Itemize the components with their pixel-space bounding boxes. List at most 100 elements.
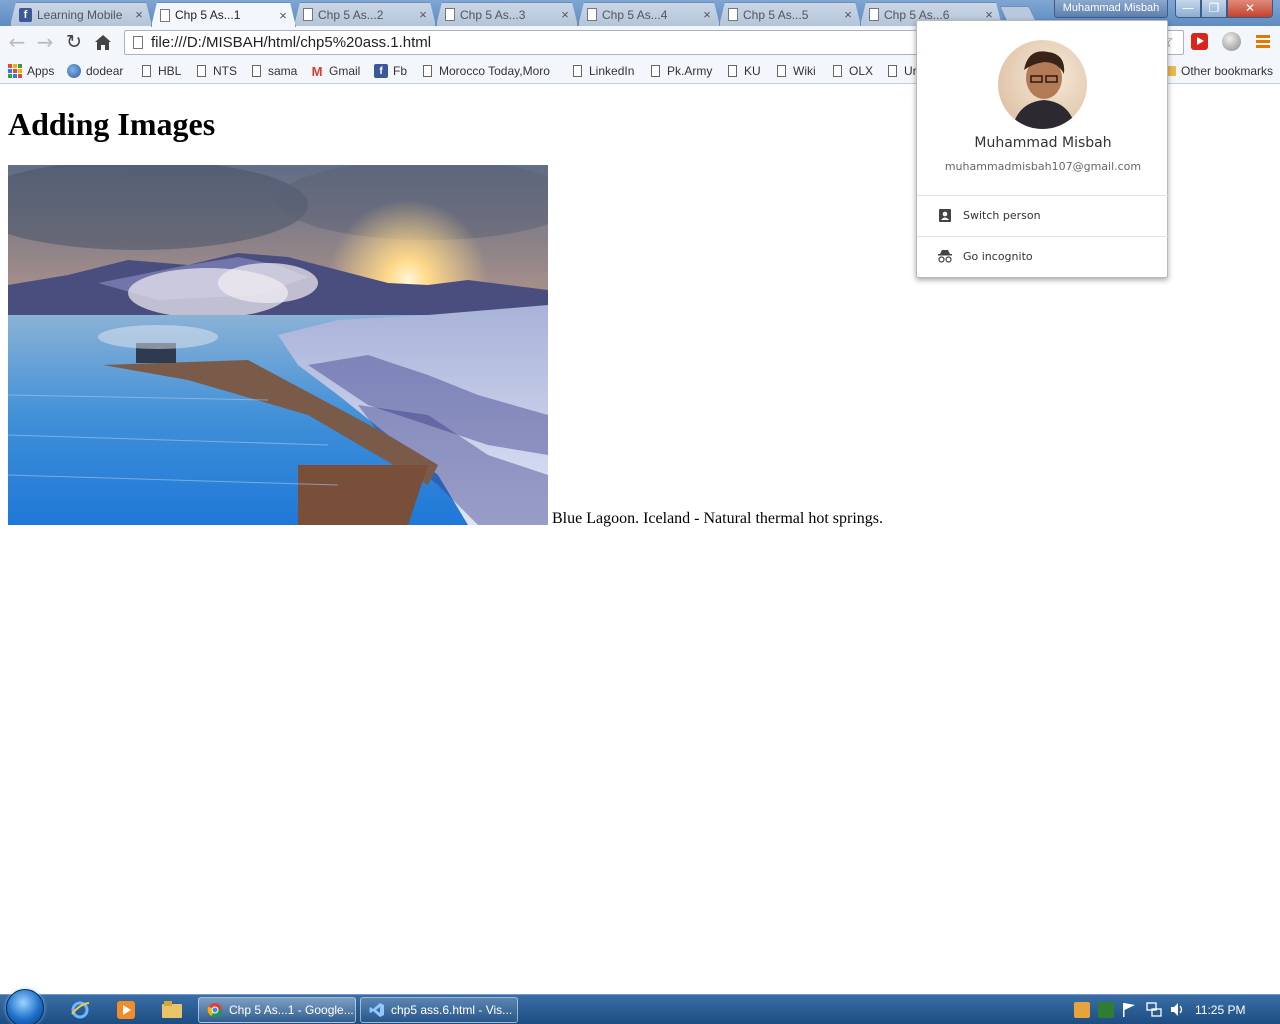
tab-chp5-ass2[interactable]: Chp 5 As...2 × (294, 2, 436, 26)
close-window-button[interactable]: ✕ (1227, 0, 1273, 18)
tab-learning-mobile[interactable]: f Learning Mobile × (10, 2, 152, 26)
profile-badge-button[interactable]: Muhammad Misbah (1054, 0, 1168, 18)
bookmark-label: Morocco Today,Moro (439, 64, 550, 78)
bookmark-label: NTS (213, 64, 237, 78)
other-bookmarks-label: Other bookmarks (1181, 64, 1274, 78)
bookmark-morocco-today[interactable]: Morocco Today,Moro (421, 62, 555, 80)
image-caption: Blue Lagoon. Iceland - Natural thermal h… (552, 510, 884, 527)
bookmark-label: sama (268, 64, 298, 78)
dodear-icon (67, 64, 81, 78)
taskbar-visual-studio-window[interactable]: chp5 ass.6.html - Vis... (360, 997, 518, 1023)
bookmark-label: Gmail (329, 64, 361, 78)
profile-name: Muhammad Misbah (974, 135, 1112, 151)
taskbar-chrome-window[interactable]: Chp 5 As...1 - Google... (198, 997, 356, 1023)
tab-title: Chp 5 As...1 (175, 8, 241, 22)
task-label: chp5 ass.6.html - Vis... (391, 1003, 513, 1017)
blue-lagoon-image (8, 165, 548, 525)
page-icon (423, 65, 432, 77)
bookmark-label: KU (744, 64, 761, 78)
facebook-icon: f (374, 64, 388, 78)
other-bookmarks[interactable]: Other bookmarks (1163, 62, 1273, 80)
bookmark-label: Fb (393, 64, 408, 78)
bookmark-label: Wiki (793, 64, 816, 78)
nvidia-tray-icon[interactable] (1098, 1002, 1114, 1018)
home-icon[interactable] (90, 29, 116, 55)
bookmark-linkedin[interactable]: LinkedIn (571, 62, 634, 80)
bookmark-dodear[interactable]: dodear (67, 62, 123, 80)
url-input[interactable] (151, 34, 851, 51)
page-icon (888, 65, 897, 77)
tab-close-icon[interactable]: × (842, 7, 854, 22)
page-icon (833, 65, 842, 77)
bookmark-label: HBL (158, 64, 182, 78)
tab-chp5-ass4[interactable]: Chp 5 As...4 × (578, 2, 720, 26)
bookmark-pk-army[interactable]: Pk.Army (649, 62, 712, 80)
page-icon (728, 65, 737, 77)
tab-close-icon[interactable]: × (701, 7, 713, 22)
person-icon (937, 207, 953, 223)
globe-extension-icon[interactable] (1222, 32, 1241, 51)
reload-icon[interactable]: ↻ (61, 29, 87, 55)
tab-chp5-ass3[interactable]: Chp 5 As...3 × (436, 2, 578, 26)
page-icon (651, 65, 660, 77)
tab-close-icon[interactable]: × (133, 7, 145, 22)
tab-close-icon[interactable]: × (559, 7, 571, 22)
go-incognito-item[interactable]: Go incognito (917, 236, 1167, 276)
task-label: Chp 5 As...1 - Google... (229, 1003, 354, 1017)
profile-menu-popup: Muhammad Misbah muhammadmisbah107@gmail.… (916, 20, 1169, 278)
bookmark-label: dodear (86, 64, 124, 78)
media-player-icon[interactable] (106, 998, 146, 1022)
bookmark-apps[interactable]: Apps (8, 62, 54, 80)
switch-person-item[interactable]: Switch person (917, 195, 1167, 235)
profile-email: muhammadmisbah107@gmail.com (944, 160, 1142, 173)
page-icon (587, 8, 597, 21)
clock[interactable]: 11:25 PM (1195, 1003, 1245, 1017)
bookmark-wiki[interactable]: Wiki (775, 62, 816, 80)
tab-close-icon[interactable]: × (277, 8, 289, 23)
update-tray-icon[interactable] (1074, 1002, 1090, 1018)
internet-explorer-icon[interactable] (60, 998, 100, 1022)
bookmark-label: OLX (849, 64, 874, 78)
page-icon (445, 8, 455, 21)
page-icon (142, 65, 151, 77)
switch-person-label: Switch person (963, 208, 1041, 222)
network-icon[interactable] (1146, 1002, 1162, 1018)
bookmark-ur[interactable]: Ur (886, 62, 917, 80)
tab-title: Chp 5 As...3 (460, 7, 526, 22)
file-explorer-icon[interactable] (152, 998, 192, 1022)
facebook-icon: f (19, 8, 32, 22)
bookmark-nts[interactable]: NTS (195, 62, 237, 80)
bookmark-hbl[interactable]: HBL (140, 62, 181, 80)
youtube-extension-icon[interactable] (1191, 33, 1208, 50)
bookmark-sama[interactable]: sama (250, 62, 297, 80)
tab-title: Chp 5 As...4 (602, 7, 668, 22)
maximize-button[interactable]: ❐ (1201, 0, 1227, 18)
bookmark-label: LinkedIn (589, 64, 635, 78)
minimize-button[interactable]: — (1175, 0, 1201, 18)
tab-chp5-ass1[interactable]: Chp 5 As...1 × (151, 2, 296, 27)
chrome-icon (207, 1003, 222, 1017)
page-icon (160, 9, 170, 22)
bookmark-fb[interactable]: f Fb (374, 62, 407, 80)
go-incognito-label: Go incognito (963, 249, 1033, 263)
bookmark-label: Ur (904, 64, 917, 78)
page-icon (252, 65, 261, 77)
page-icon (777, 65, 786, 77)
page-icon (573, 65, 582, 77)
start-button[interactable] (6, 989, 44, 1024)
forward-arrow-icon[interactable]: → (32, 29, 58, 55)
bookmark-olx[interactable]: OLX (831, 62, 873, 80)
bookmark-label: Apps (27, 64, 55, 78)
bookmark-label: Pk.Army (667, 64, 713, 78)
action-center-flag-icon[interactable] (1122, 1002, 1138, 1018)
tab-close-icon[interactable]: × (417, 7, 429, 22)
tab-chp5-ass5[interactable]: Chp 5 As...5 × (719, 2, 861, 26)
bookmark-ku[interactable]: KU (726, 62, 761, 80)
chrome-menu-icon[interactable] (1256, 35, 1270, 48)
back-arrow-icon[interactable]: ← (4, 29, 30, 55)
page-icon (197, 65, 206, 77)
visual-studio-icon (369, 1003, 384, 1017)
bookmark-gmail[interactable]: M Gmail (310, 62, 361, 80)
volume-icon[interactable] (1170, 1002, 1186, 1018)
windows-taskbar: Chp 5 As...1 - Google... chp5 ass.6.html… (0, 989, 1280, 1024)
